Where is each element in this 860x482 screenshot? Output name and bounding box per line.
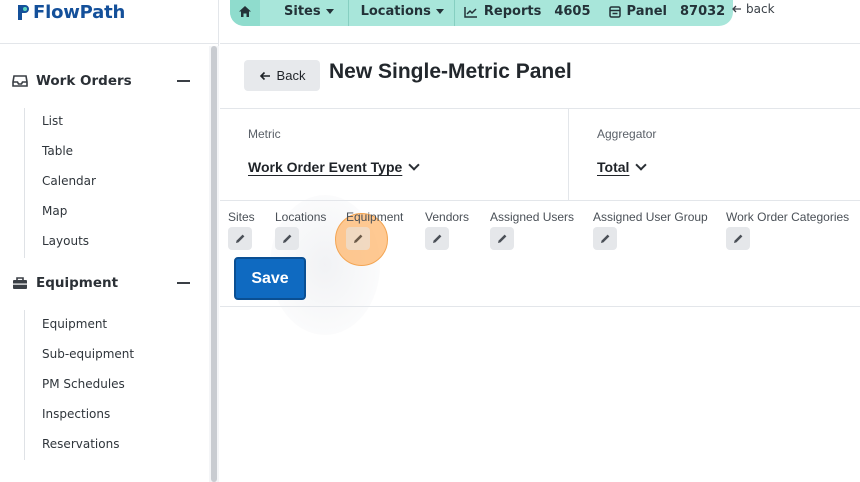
filter-label: Sites — [228, 210, 255, 224]
pencil-icon — [432, 234, 441, 243]
sidebar-item-inspections[interactable]: Inspections — [42, 407, 110, 421]
caret-down-icon — [435, 9, 444, 14]
breadcrumb-panel-id[interactable]: 87032 — [676, 0, 733, 26]
breadcrumb-report-id[interactable]: 4605 — [550, 0, 599, 26]
page-title: New Single-Metric Panel — [329, 60, 572, 83]
sidebar-item-pm-schedules[interactable]: PM Schedules — [42, 377, 125, 391]
aggregator-field: Aggregator Total — [570, 109, 860, 200]
back-button-label: Back — [276, 68, 306, 83]
back-link-label: back — [746, 2, 775, 16]
edit-vendors-button[interactable] — [425, 227, 449, 250]
filter-vendors: Vendors — [425, 210, 470, 250]
sidebar-item-list[interactable]: List — [42, 114, 63, 128]
breadcrumb-reports-label: Reports — [483, 4, 542, 19]
pencil-icon — [353, 234, 362, 243]
flowpath-logo-icon — [18, 5, 29, 20]
chevron-down-icon — [635, 159, 648, 171]
breadcrumb-home[interactable] — [230, 0, 260, 26]
pencil-icon — [235, 234, 244, 243]
breadcrumb-locations-label: Locations — [360, 4, 431, 19]
edit-sites-button[interactable] — [228, 227, 252, 250]
breadcrumb-panel-id-label: 87032 — [680, 4, 726, 19]
app-name: FlowPath — [33, 2, 126, 23]
aggregator-select[interactable]: Total — [597, 159, 648, 175]
panel-icon — [608, 5, 621, 18]
filter-label: Assigned Users — [490, 210, 575, 224]
caret-down-icon — [325, 9, 334, 14]
metric-label: Metric — [248, 127, 281, 141]
filter-label: Equipment — [346, 210, 404, 224]
back-link[interactable]: back — [732, 2, 775, 16]
nav-tree-line — [24, 310, 25, 460]
divider — [220, 306, 860, 307]
back-button[interactable]: Back — [244, 60, 320, 91]
section-label: Equipment — [36, 275, 119, 291]
breadcrumb-reports[interactable]: Reports — [455, 0, 550, 26]
sidebar-item-reservations[interactable]: Reservations — [42, 437, 119, 451]
sidebar-item-table[interactable]: Table — [42, 144, 73, 158]
filter-sites: Sites — [228, 210, 255, 250]
sidebar-item-layouts[interactable]: Layouts — [42, 234, 89, 248]
filter-label: Work Order Categories — [726, 210, 850, 224]
pencil-icon — [497, 234, 506, 243]
arrow-left-icon — [259, 71, 270, 80]
save-button[interactable]: Save — [234, 257, 306, 300]
sidebar-item-map[interactable]: Map — [42, 204, 67, 218]
breadcrumb-sites-label: Sites — [284, 4, 321, 19]
pencil-icon — [600, 234, 609, 243]
aggregator-value: Total — [597, 159, 630, 175]
filter-label: Locations — [275, 210, 327, 224]
logo-bar: FlowPath — [0, 0, 219, 44]
filter-assigned-users: Assigned Users — [490, 210, 575, 250]
inbox-tray-icon — [12, 75, 28, 87]
filter-locations: Locations — [275, 210, 327, 250]
breadcrumb-report-id-label: 4605 — [554, 4, 591, 19]
sidebar-section-equipment[interactable]: Equipment — [12, 273, 192, 293]
edit-assigned-user-group-button[interactable] — [593, 227, 617, 250]
metric-value: Work Order Event Type — [248, 159, 403, 175]
sidebar: FlowPath Work Orders List Table Calendar… — [0, 0, 219, 482]
app-logo[interactable]: FlowPath — [16, 2, 125, 23]
filter-label: Assigned User Group — [593, 210, 708, 224]
breadcrumb-panel-label: Panel — [626, 4, 667, 19]
line-chart-icon — [464, 6, 477, 18]
breadcrumb: Sites Locations Reports 4605 Panel 87032 — [230, 0, 734, 26]
filter-work-order-categories: Work Order Categories — [726, 210, 850, 250]
filter-assigned-user-group: Assigned User Group — [593, 210, 708, 250]
pencil-icon — [733, 234, 742, 243]
breadcrumb-panel[interactable]: Panel — [600, 0, 676, 26]
top-bar: Sites Locations Reports 4605 Panel 87032 — [220, 0, 860, 44]
sidebar-item-equipment[interactable]: Equipment — [42, 317, 107, 331]
sidebar-item-sub-equipment[interactable]: Sub-equipment — [42, 347, 134, 361]
edit-assigned-users-button[interactable] — [490, 227, 514, 250]
sidebar-scroll-thumb[interactable] — [211, 46, 217, 482]
chevron-down-icon — [408, 159, 420, 171]
toolbox-icon — [13, 277, 27, 289]
breadcrumb-sites[interactable]: Sites — [260, 0, 349, 26]
collapse-icon[interactable] — [177, 282, 190, 284]
filter-equipment: Equipment — [346, 210, 404, 250]
arrow-left-icon — [732, 5, 741, 13]
metric-field: Metric Work Order Event Type — [232, 109, 569, 200]
edit-equipment-button[interactable] — [346, 227, 370, 250]
edit-work-order-categories-button[interactable] — [726, 227, 750, 250]
section-label: Work Orders — [36, 73, 132, 89]
metric-select[interactable]: Work Order Event Type — [248, 159, 420, 175]
aggregator-label: Aggregator — [597, 127, 657, 141]
sidebar-section-work-orders[interactable]: Work Orders — [12, 71, 192, 91]
home-icon — [239, 6, 251, 17]
breadcrumb-locations[interactable]: Locations — [349, 0, 455, 26]
filter-label: Vendors — [425, 210, 470, 224]
nav-tree-line — [24, 108, 25, 258]
pencil-icon — [282, 234, 291, 243]
edit-locations-button[interactable] — [275, 227, 299, 250]
sidebar-item-calendar[interactable]: Calendar — [42, 174, 96, 188]
collapse-icon[interactable] — [177, 80, 190, 82]
